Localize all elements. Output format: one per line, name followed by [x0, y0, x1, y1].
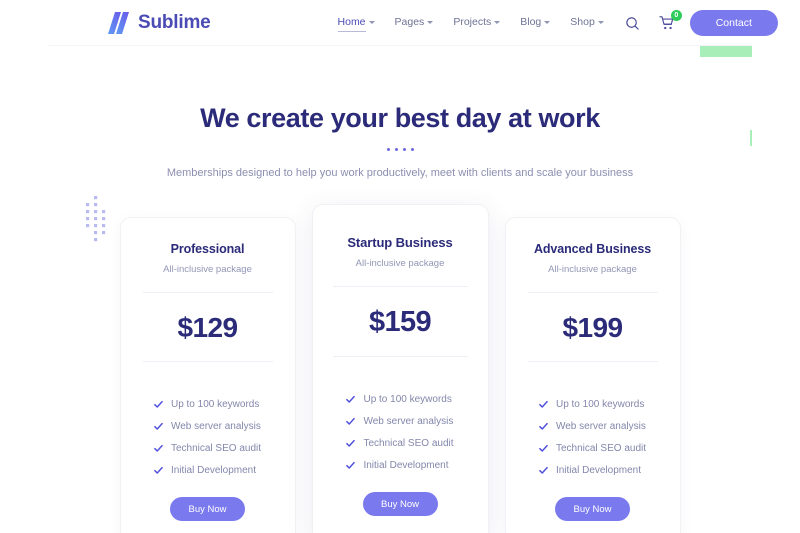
diagonal-stripes-logo-icon [108, 12, 129, 34]
list-item: Technical SEO audit [154, 437, 261, 459]
list-item: Web server analysis [539, 415, 646, 437]
brand-logo[interactable]: Sublime [108, 11, 211, 35]
divider-dot [386, 148, 390, 151]
check-icon [539, 400, 548, 408]
cart-button[interactable]: 0 [658, 10, 682, 32]
chevron-down-icon [494, 21, 501, 24]
nav-item-blog[interactable]: Blog [520, 16, 551, 30]
buy-now-button[interactable]: Buy Now [555, 497, 630, 521]
nav-item-label: Pages [394, 16, 425, 28]
nav-item-label: Blog [520, 16, 542, 28]
chevron-down-icon [368, 21, 375, 24]
pricing-card-advanced-business[interactable]: Advanced Business All-inclusive package … [504, 217, 681, 533]
nav-item-projects[interactable]: Projects [453, 16, 501, 30]
list-item: Initial Development [346, 454, 453, 476]
plan-feature-list: Up to 100 keywords Web server analysis T… [539, 393, 646, 481]
list-item: Up to 100 keywords [346, 388, 453, 410]
plan-title: Professional [170, 242, 245, 256]
list-item: Initial Development [154, 459, 261, 481]
chevron-down-icon [597, 21, 604, 24]
feature-label: Initial Development [170, 464, 257, 476]
card-divider [142, 292, 273, 293]
hero-section: We create your best day at work Membersh… [0, 46, 800, 179]
plan-feature-list: Up to 100 keywords Web server analysis T… [346, 388, 454, 476]
brand-name: Sublime [138, 12, 211, 33]
card-divider [527, 361, 658, 362]
nav-item-shop[interactable]: Shop [570, 16, 604, 30]
nav-item-label: Home [337, 16, 366, 28]
check-icon [346, 395, 356, 403]
plan-subtitle: All-inclusive package [163, 264, 252, 275]
plan-title: Advanced Business [533, 242, 652, 256]
check-icon [346, 439, 356, 447]
feature-label: Technical SEO audit [363, 437, 454, 449]
title-dot-divider [0, 148, 800, 151]
buy-now-button[interactable]: Buy Now [362, 492, 438, 516]
check-icon [154, 400, 163, 408]
plan-price: $159 [368, 306, 432, 338]
card-divider [527, 292, 658, 293]
list-item: Web server analysis [154, 415, 261, 437]
check-icon [346, 461, 356, 469]
plan-title: Startup Business [347, 235, 453, 250]
card-divider [332, 286, 468, 287]
site-header: Sublime Home Pages Projects Blog Shop 0 … [0, 0, 800, 46]
pricing-cards: Professional All-inclusive package $129 … [0, 204, 800, 533]
feature-label: Web server analysis [363, 415, 454, 427]
list-item: Technical SEO audit [539, 437, 646, 459]
plan-price: $129 [177, 312, 238, 343]
divider-dot [402, 148, 406, 151]
feature-label: Technical SEO audit [555, 442, 647, 454]
page-title: We create your best day at work [200, 103, 600, 133]
feature-label: Up to 100 keywords [363, 393, 452, 405]
list-item: Up to 100 keywords [154, 393, 261, 415]
feature-label: Up to 100 keywords [170, 398, 260, 410]
contact-button[interactable]: Contact [689, 10, 778, 36]
chevron-down-icon [427, 21, 434, 24]
check-icon [539, 422, 548, 430]
check-icon [154, 444, 163, 452]
nav-item-label: Projects [453, 16, 492, 28]
plan-feature-list: Up to 100 keywords Web server analysis T… [154, 393, 261, 481]
list-item: Initial Development [539, 459, 646, 481]
chevron-down-icon [544, 21, 551, 24]
nav-item-home[interactable]: Home [337, 16, 375, 32]
header-divider [48, 45, 752, 46]
buy-now-button[interactable]: Buy Now [170, 497, 245, 521]
divider-dot [410, 148, 414, 151]
list-item: Up to 100 keywords [539, 393, 646, 415]
card-divider [332, 356, 468, 357]
card-divider [142, 361, 273, 362]
divider-dot [394, 148, 398, 151]
page-subtitle: Memberships designed to help you work pr… [166, 167, 634, 179]
plan-subtitle: All-inclusive package [548, 264, 637, 275]
pricing-card-professional[interactable]: Professional All-inclusive package $129 … [119, 217, 296, 533]
nav-item-pages[interactable]: Pages [395, 16, 434, 30]
feature-label: Up to 100 keywords [555, 398, 645, 410]
check-icon [154, 422, 163, 430]
nav-item-label: Shop [570, 16, 595, 28]
check-icon [154, 466, 163, 474]
check-icon [539, 466, 548, 474]
search-button[interactable] [624, 14, 642, 32]
feature-label: Web server analysis [170, 420, 261, 432]
search-icon [626, 16, 640, 30]
pricing-card-startup-business[interactable]: Startup Business All-inclusive package $… [311, 204, 489, 533]
feature-label: Initial Development [363, 459, 449, 471]
feature-label: Technical SEO audit [170, 442, 262, 454]
header-tools: 0 [624, 10, 682, 32]
feature-label: Initial Development [555, 464, 642, 476]
list-item: Technical SEO audit [346, 432, 454, 454]
check-icon [346, 417, 356, 425]
feature-label: Web server analysis [555, 420, 646, 432]
plan-subtitle: All-inclusive package [355, 258, 445, 269]
check-icon [539, 444, 548, 452]
list-item: Web server analysis [346, 410, 453, 432]
plan-price: $199 [562, 312, 623, 343]
cart-count-badge: 0 [670, 10, 682, 21]
main-navigation: Home Pages Projects Blog Shop [337, 16, 604, 32]
